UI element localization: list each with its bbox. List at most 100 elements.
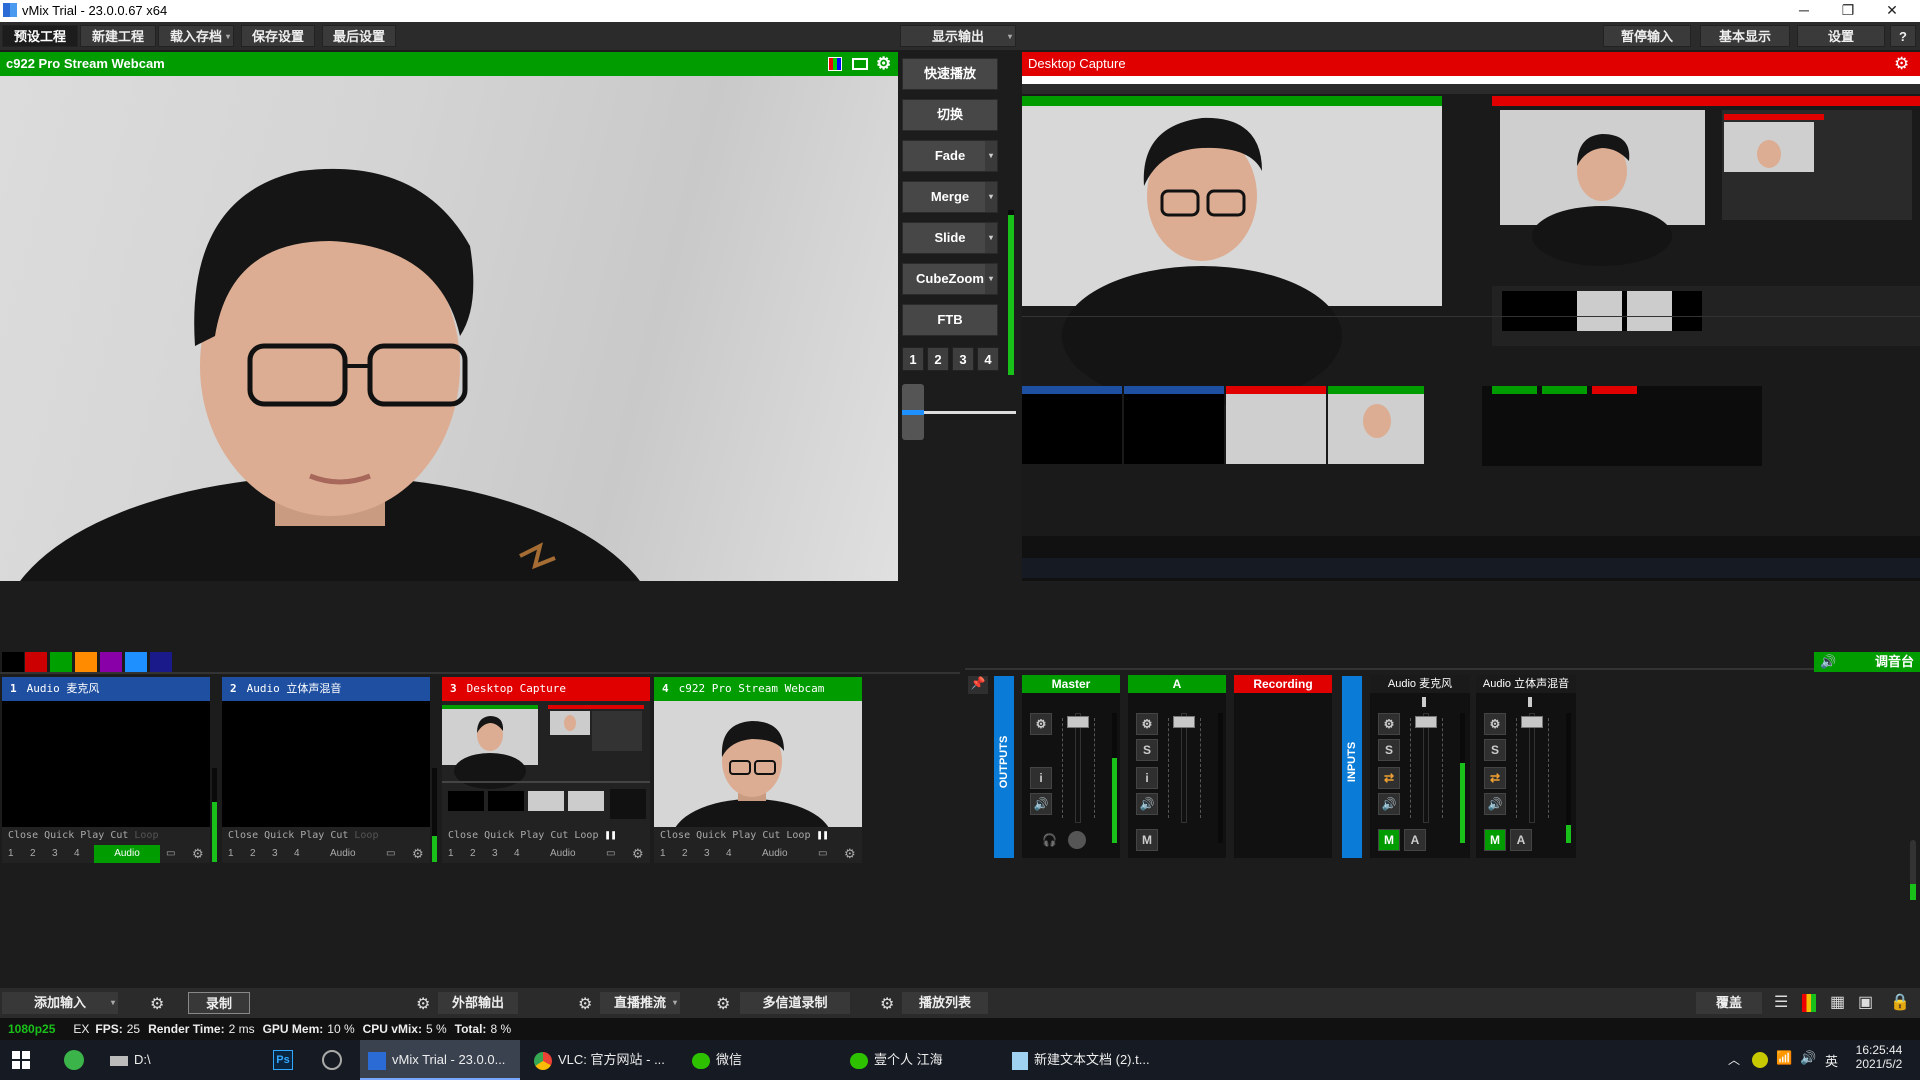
input-preview[interactable]	[222, 701, 430, 827]
gear-icon[interactable]: ⚙	[416, 994, 430, 1014]
mixer-toggle[interactable]: 🔊 调音台	[1814, 652, 1920, 672]
gear-icon[interactable]: ⚙	[1484, 713, 1506, 735]
ime-indicator[interactable]: 英	[1825, 1051, 1838, 1070]
audio-button[interactable]: Audio	[330, 845, 356, 863]
swatch-navy[interactable]	[150, 652, 172, 672]
overlay-4-button[interactable]: 4	[294, 845, 300, 863]
app-icon[interactable]	[64, 1050, 84, 1070]
quick-play-button[interactable]: Quick Play	[264, 830, 324, 841]
quick-play-button[interactable]: Quick Play	[44, 830, 104, 841]
menu-new-project[interactable]: 新建工程	[80, 25, 156, 47]
fade-button[interactable]: Fade ▾	[902, 140, 998, 172]
chevron-down-icon[interactable]: ▾	[985, 141, 997, 171]
swatch-purple[interactable]	[100, 652, 122, 672]
pause-input-button[interactable]: 暂停输入	[1603, 25, 1691, 47]
close-button[interactable]: ✕	[1870, 0, 1914, 22]
chevron-down-icon[interactable]: ▾	[985, 223, 997, 253]
mute-button[interactable]: M	[1136, 829, 1158, 851]
display-output-button[interactable]: 显示输出 ▾	[900, 25, 1016, 47]
overlay-1-button[interactable]: 1	[228, 845, 234, 863]
slide-button[interactable]: Slide ▾	[902, 222, 998, 254]
input-card[interactable]: 2 Audio 立体声混音 Close Quick Play Cut Loop 1 2 …	[222, 677, 430, 863]
pause-icon[interactable]: ❚❚	[816, 830, 828, 841]
bus-a-route-button[interactable]: A	[1404, 829, 1426, 851]
route-icon[interactable]: ⇄	[1378, 767, 1400, 789]
taskbar-wechat-chat[interactable]: 壹个人 江海	[842, 1040, 992, 1080]
monitor-icon[interactable]: ▭	[818, 845, 827, 863]
loop-button[interactable]: Loop	[786, 830, 810, 841]
overlay-1-button[interactable]: 1	[448, 845, 454, 863]
pin-icon[interactable]: 📌	[968, 676, 988, 694]
master-route-button[interactable]: M	[1378, 829, 1400, 851]
gear-icon[interactable]: ⚙	[150, 994, 164, 1014]
solo-button[interactable]: S	[1484, 739, 1506, 761]
mixer-scrollbar[interactable]	[1910, 840, 1916, 900]
monitor-icon[interactable]: ▭	[606, 845, 615, 863]
speaker-icon[interactable]: 🔊	[1030, 793, 1052, 815]
tray-app-icon[interactable]	[1752, 1052, 1768, 1068]
transition-1-button[interactable]: 1	[902, 347, 924, 371]
route-icon[interactable]: ⇄	[1484, 767, 1506, 789]
overlay-3-button[interactable]: 3	[704, 845, 710, 863]
cut-button[interactable]: 切换	[902, 99, 998, 131]
speaker-icon[interactable]: 🔊	[1378, 793, 1400, 815]
input-card[interactable]: 1 Audio 麦克风 Close Quick Play Cut Loop 1 2 3 …	[2, 677, 210, 863]
monitor-icon[interactable]: ▭	[166, 845, 175, 863]
swatch-red[interactable]	[25, 652, 47, 672]
close-button[interactable]: Close	[228, 830, 258, 841]
input-preview[interactable]	[2, 701, 210, 827]
gear-icon[interactable]: ⚙	[1894, 52, 1909, 76]
master-fader-track[interactable]	[1075, 713, 1081, 823]
overlay-2-button[interactable]: 2	[250, 845, 256, 863]
headphones-icon[interactable]: 🎧	[1042, 833, 1057, 847]
info-button[interactable]: i	[1030, 767, 1052, 789]
overlay-3-button[interactable]: 3	[52, 845, 58, 863]
output-video[interactable]	[1022, 76, 1920, 581]
info-button[interactable]: i	[1136, 767, 1158, 789]
bus-a-fader-track[interactable]	[1181, 713, 1187, 823]
cut-button[interactable]: Cut	[550, 830, 568, 841]
list-view-icon[interactable]: ☰	[1774, 992, 1788, 1012]
input-preview[interactable]	[654, 701, 862, 827]
stereo-mix-fader-track[interactable]	[1529, 713, 1535, 823]
add-input-button[interactable]: 添加输入 ▾	[2, 992, 118, 1014]
gear-icon[interactable]: ⚙	[192, 845, 204, 863]
cubezoom-button[interactable]: CubeZoom ▾	[902, 263, 998, 295]
color-bars-icon[interactable]	[1802, 994, 1816, 1012]
monitor-icon[interactable]: ▭	[386, 845, 395, 863]
windows-start-icon[interactable]	[12, 1051, 30, 1069]
settings-button[interactable]: 设置	[1797, 25, 1885, 47]
input-card[interactable]: 3 Desktop Capture Close Quick Play Cut Loop ❚…	[442, 677, 650, 863]
taskbar-vmix[interactable]: vMix Trial - 23.0.0...	[360, 1040, 520, 1080]
audio-button[interactable]: Audio	[762, 845, 788, 863]
screen-icon[interactable]	[852, 58, 868, 70]
record-button[interactable]: 录制	[188, 992, 250, 1014]
taskbar-drive[interactable]: D:\	[110, 1040, 180, 1080]
cut-button[interactable]: Cut	[330, 830, 348, 841]
preview-video[interactable]	[0, 76, 898, 581]
cut-button[interactable]: Cut	[762, 830, 780, 841]
loop-button[interactable]: Loop	[574, 830, 598, 841]
taskbar-notepad[interactable]: 新建文本文档 (2).t...	[1004, 1040, 1164, 1080]
multicorder-button[interactable]: 多信道录制	[740, 992, 850, 1014]
overlay-2-button[interactable]: 2	[470, 845, 476, 863]
close-button[interactable]: Close	[8, 830, 38, 841]
input-preview[interactable]	[442, 701, 650, 827]
obs-icon[interactable]	[322, 1050, 342, 1070]
stream-button[interactable]: 直播推流 ▾	[600, 992, 680, 1014]
menu-last[interactable]: 最后设置	[322, 25, 396, 47]
gear-icon[interactable]: ⚙	[412, 845, 424, 863]
quick-play-button[interactable]: 快速播放	[902, 58, 998, 90]
volume-knob[interactable]	[1068, 831, 1086, 849]
loop-button[interactable]: Loop	[134, 830, 158, 841]
volume-icon[interactable]: 🔊	[1800, 1050, 1816, 1066]
solo-button[interactable]: S	[1136, 739, 1158, 761]
chevron-down-icon[interactable]: ▾	[985, 264, 997, 294]
network-icon[interactable]: 📶	[1776, 1050, 1792, 1066]
quick-play-button[interactable]: Quick Play	[696, 830, 756, 841]
pause-icon[interactable]: ❚❚	[604, 830, 616, 841]
gear-icon[interactable]: ⚙	[578, 994, 592, 1014]
mic-fader-track[interactable]	[1423, 713, 1429, 823]
overlay-4-button[interactable]: 4	[726, 845, 732, 863]
close-button[interactable]: Close	[660, 830, 690, 841]
